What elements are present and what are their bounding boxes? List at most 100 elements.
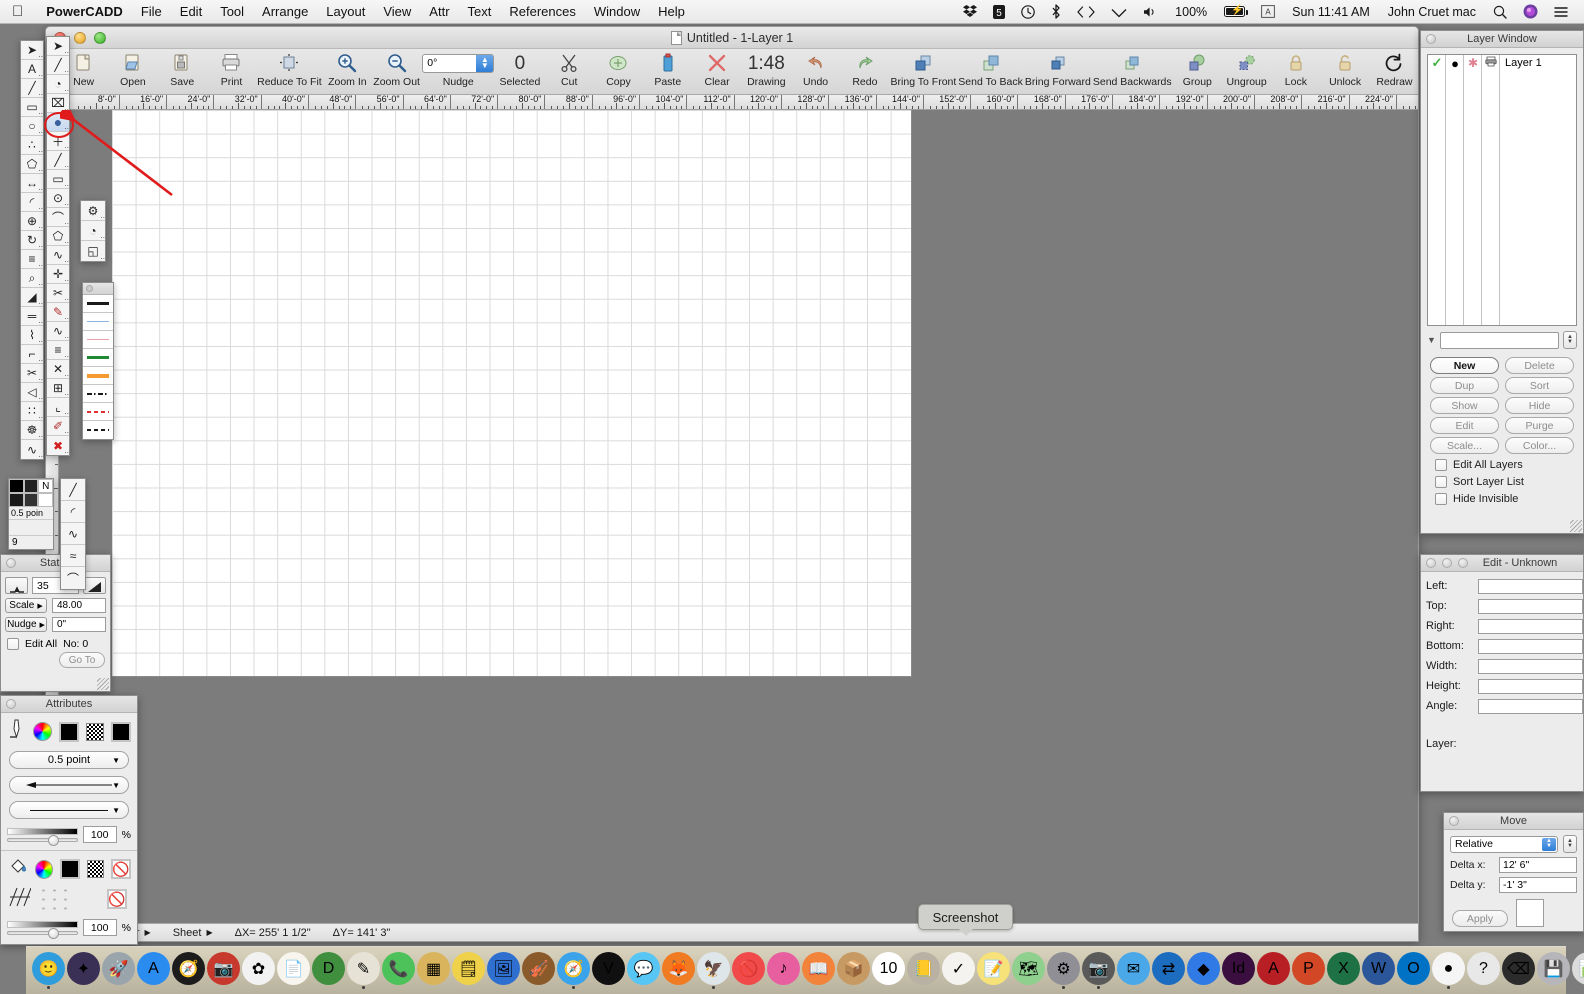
tool-submenu-indicator[interactable]: ‥ — [38, 260, 43, 268]
layer-scroll-row[interactable]: ▼ ▲ ▼ — [1427, 331, 1577, 349]
outlook-icon[interactable]: O — [1397, 952, 1430, 985]
line-tool[interactable]: ╱ ‥ — [21, 79, 43, 98]
layer-btn-dup[interactable]: Dup — [1430, 377, 1499, 394]
clock-label[interactable]: Sun 11:41 AM — [1283, 5, 1379, 19]
layer-btn-show[interactable]: Show — [1430, 397, 1499, 414]
edit-row-right[interactable]: Right: — [1421, 616, 1583, 636]
layer-name-input[interactable] — [1439, 331, 1559, 349]
tool-submenu-indicator[interactable]: ‥ — [100, 253, 105, 261]
edit-row-angle[interactable]: Angle: — [1421, 696, 1583, 716]
tool-submenu-indicator[interactable]: ‥ — [38, 146, 43, 154]
toolbar-copy[interactable]: Copy — [595, 49, 642, 88]
toolbar-ungroup[interactable]: Ungroup — [1223, 49, 1270, 88]
garageband-icon[interactable]: 🎻 — [522, 952, 555, 985]
dock-item-powercadd[interactable]: ✎ — [347, 952, 380, 989]
line-style-solid-green[interactable] — [83, 349, 113, 367]
line-sample-cell[interactable]: ≈ — [61, 545, 85, 567]
edit-field-input[interactable] — [1478, 658, 1583, 674]
status-right-icon[interactable] — [83, 577, 106, 594]
attributes-close-dot[interactable] — [6, 699, 16, 709]
green-check-icon[interactable]: ✓ — [1428, 55, 1446, 71]
delete-x-tool[interactable]: ✖ ‥ — [47, 436, 69, 456]
drawing-sheet[interactable] — [112, 110, 912, 677]
line-sample-cell[interactable]: ◜ — [61, 501, 85, 523]
vectorworks-icon[interactable]: V — [592, 952, 625, 985]
messages-icon[interactable]: 💬 — [627, 952, 660, 985]
tool-submenu-indicator[interactable]: ‥ — [64, 47, 69, 55]
text-tool[interactable]: A ‥ — [21, 60, 43, 79]
tool-submenu-indicator[interactable]: ‥ — [64, 237, 69, 245]
layer-window-titlebar[interactable]: Layer Window — [1421, 31, 1583, 48]
spline-tool[interactable]: ∿ ‥ — [47, 246, 69, 265]
edit-panel-titlebar[interactable]: Edit - Unknown — [1421, 555, 1583, 572]
dock-item-numbers[interactable]: ▦ — [417, 952, 450, 989]
rectangle-tool[interactable]: ▭ ‥ — [21, 98, 43, 117]
tool-submenu-indicator[interactable]: ‥ — [38, 127, 43, 135]
resize-grip[interactable] — [1570, 520, 1582, 532]
pen-swatch-dark[interactable] — [23, 479, 39, 493]
layer-btn-scale[interactable]: Scale... — [1430, 437, 1499, 454]
pen-color-swatch[interactable] — [59, 721, 79, 742]
menu-layout[interactable]: Layout — [317, 4, 374, 19]
document-titlebar[interactable]: Untitled - 1-Layer 1 — [46, 27, 1418, 49]
itunes-icon[interactable]: ♪ — [767, 952, 800, 985]
status-count-row[interactable]: 35 — [1, 572, 110, 594]
dock-item-maps[interactable]: 🗺 — [1012, 952, 1045, 989]
line-sample-cell[interactable]: ∿ — [61, 523, 85, 545]
dropbox-icon[interactable] — [955, 5, 985, 18]
dock-item-siri[interactable]: ✦ — [67, 952, 100, 989]
pen-swatch-none[interactable]: N — [38, 479, 54, 493]
tool-submenu-indicator[interactable]: ‥ — [64, 370, 69, 378]
pie-chart-tool[interactable]: ◔ ‥ — [81, 221, 105, 241]
fill-opacity-track[interactable] — [7, 927, 78, 939]
disk-utility-icon[interactable]: 💾 — [1537, 952, 1570, 985]
tool-submenu-indicator[interactable]: ‥ — [64, 408, 69, 416]
numbers-icon[interactable]: ▦ — [417, 952, 450, 985]
tool-submenu-indicator[interactable]: ‥ — [38, 70, 43, 78]
pencil-tool[interactable]: ✎ ‥ — [47, 303, 69, 322]
dock-item-finder[interactable]: 🙂 — [32, 952, 65, 989]
tool-submenu-indicator[interactable]: ‥ — [64, 447, 69, 455]
dock-item-help[interactable]: ? — [1467, 952, 1500, 989]
status-scale-button[interactable]: Scale ▶ — [5, 598, 47, 613]
dock-item-acrobat[interactable]: A — [1257, 952, 1290, 989]
arc-tool[interactable]: ◜ ‥ — [21, 193, 43, 212]
line-style-solid-blue-thin[interactable] — [83, 313, 113, 331]
menu-arrange[interactable]: Arrange — [253, 4, 317, 19]
toolbar-reduce-to-fit[interactable]: Reduce To Fit — [257, 49, 322, 88]
dock-item-safari[interactable]: 🧭 — [557, 952, 590, 989]
tool-palette-secondary[interactable]: ➤ ‥ ╱ ‥ ◔ ‥ ⌧ ‥ ● ‥ ＋ ‥ ╱ ‥ ▭ ‥ ⊙ ‥ ⌒ ‥ ⬠ ‥ ∿ ‥ ✛ ‥ ✂ ‥ ✎ ‥ ∿ ‥ ≡ ‥ ✕ ‥ ⊞ ‥ ⌞ ‥… — [46, 36, 70, 456]
tool-palette-primary[interactable]: ➤ ‥ A ‥ ╱ ‥ ▭ ‥ ○ ‥ ∴ ‥ ⬠ ‥ ↔ ‥ ◜ ‥ ⊕ ‥ ↻ ‥ ≡ ‥ ⌕ ‥ ◢ ‥ ═ ‥ ⌇ ‥ ⌐ ‥ ✂ ‥ ◁ ‥ ∷ ‥… — [20, 40, 44, 460]
safari-old-icon[interactable]: 🧭 — [172, 952, 205, 985]
terminal-icon[interactable]: ⌫ — [1502, 952, 1535, 985]
contacts-icon[interactable]: 📒 — [907, 952, 940, 985]
layer-name-label[interactable]: Layer 1 — [1500, 57, 1542, 69]
parallel-line-tool[interactable]: ≡ ‥ — [47, 341, 69, 360]
trim-tool[interactable]: ✂ ‥ — [21, 364, 43, 383]
pages-icon[interactable]: 📄 — [277, 952, 310, 985]
pen-row-1[interactable]: N — [9, 479, 54, 493]
tool-submenu-indicator[interactable]: ‥ — [38, 184, 43, 192]
move-mode-row[interactable]: Relative ▲ ▼ ▲ ▼ — [1444, 830, 1583, 853]
red-asterisk-icon[interactable]: ✱ — [1464, 56, 1482, 70]
toolbar-lock[interactable]: Lock — [1272, 49, 1319, 88]
toolbar-save[interactable]: Save — [159, 49, 206, 88]
toolbar-send-to-back[interactable]: Send To Back — [958, 49, 1023, 88]
intersect-tool[interactable]: ✕ ‥ — [47, 360, 69, 379]
menu-file[interactable]: File — [132, 4, 171, 19]
stickies-icon[interactable]: 🗒 — [452, 952, 485, 985]
edit-field-input[interactable] — [1478, 598, 1583, 614]
tool-submenu-indicator[interactable]: ‥ — [38, 298, 43, 306]
fill-color-wheel-icon[interactable] — [35, 859, 54, 879]
rect-array-tool[interactable]: ∷ ‥ — [21, 402, 43, 421]
fill-opacity-input[interactable]: 100 — [82, 919, 117, 936]
teamviewer-icon[interactable]: ⇄ — [1152, 952, 1185, 985]
chevron-down-icon-weight[interactable]: ▼ — [112, 756, 120, 765]
toolbar-nudge[interactable]: 0° ▲ ▼ Nudge — [422, 49, 495, 88]
tool-submenu-indicator[interactable]: ‥ — [38, 393, 43, 401]
excel-icon[interactable]: X — [1327, 952, 1360, 985]
tool-submenu-indicator[interactable]: ‥ — [64, 294, 69, 302]
layer-row[interactable]: ✓ ● ✱ Layer 1 — [1428, 55, 1576, 71]
tool-submenu-indicator[interactable]: ‥ — [64, 427, 69, 435]
tool-submenu-indicator[interactable]: ‥ — [38, 336, 43, 344]
